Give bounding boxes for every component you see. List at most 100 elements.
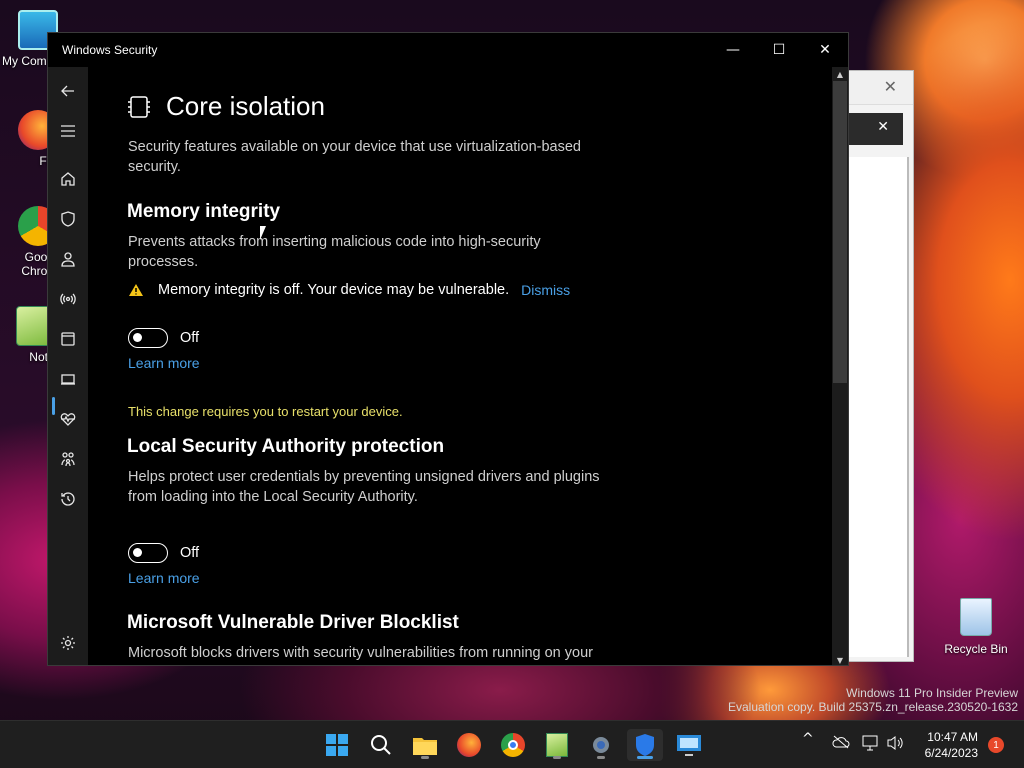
start-button[interactable]: [319, 729, 355, 761]
taskbar-remote-desktop[interactable]: [671, 729, 707, 761]
person-icon: [61, 252, 75, 267]
wireless-icon: [60, 293, 76, 305]
running-indicator: [421, 756, 429, 759]
show-hidden-icons-button[interactable]: ^: [802, 731, 814, 747]
chrome-icon: [501, 733, 525, 757]
taskbar-file-explorer[interactable]: [407, 729, 443, 761]
core-isolation-chip-icon: [128, 95, 150, 118]
running-indicator: [553, 756, 561, 759]
restart-notice: This change requires you to restart your…: [128, 404, 403, 419]
taskbar-settings[interactable]: [583, 729, 619, 761]
firefox-icon: [457, 733, 481, 757]
sidebar-item-device-performance[interactable]: [48, 403, 88, 435]
search-icon: [371, 735, 391, 755]
history-icon: [61, 492, 75, 506]
sidebar-item-protection-history[interactable]: [48, 483, 88, 515]
home-icon: [61, 172, 75, 186]
background-window[interactable]: ✕ ✕: [840, 70, 914, 662]
sidebar-item-settings[interactable]: [48, 627, 88, 659]
notepad-icon: [546, 733, 568, 757]
windows-security-icon: [636, 734, 654, 756]
lsa-toggle[interactable]: [128, 543, 168, 563]
close-button[interactable]: ✕: [802, 33, 848, 67]
recycle-bin-label: Recycle Bin: [944, 642, 1008, 656]
app-window-icon: [61, 332, 75, 346]
sidebar-item-home[interactable]: [48, 163, 88, 195]
memory-integrity-heading: Memory integrity: [127, 201, 281, 222]
gear-icon: [61, 636, 75, 650]
main-content: Core isolation Security features availab…: [88, 67, 832, 665]
page-title: Core isolation: [166, 91, 325, 121]
warning-icon: [129, 284, 143, 296]
settings-icon: [593, 737, 609, 753]
sidebar-item-virus-protection[interactable]: [48, 203, 88, 235]
memory-integrity-description: Prevents attacks from inserting maliciou…: [128, 234, 541, 270]
laptop-icon: [61, 374, 75, 385]
desktop-icon-recycle-bin[interactable]: Recycle Bin: [944, 598, 1008, 656]
search-box[interactable]: ✕: [841, 113, 903, 145]
page-description: Security features available on your devi…: [128, 139, 581, 175]
family-icon: [61, 452, 75, 467]
taskbar: ^ 10:47 AM 6/24/2023 1: [0, 720, 1024, 768]
memory-integrity-warning: Memory integrity is off. Your device may…: [128, 282, 570, 298]
sidebar-item-app-browser-control[interactable]: [48, 323, 88, 355]
lsa-description: Helps protect user credentials by preven…: [128, 469, 600, 505]
taskbar-notepad[interactable]: [539, 729, 575, 761]
title-bar[interactable]: Windows Security — ☐ ✕: [48, 33, 848, 67]
running-indicator: [637, 756, 653, 759]
toggle-state-label: Off: [180, 330, 200, 346]
dismiss-link[interactable]: Dismiss: [521, 282, 570, 298]
mouse-cursor: [260, 226, 266, 240]
network-icon[interactable]: [862, 735, 880, 755]
memory-integrity-learn-more-link[interactable]: Learn more: [128, 355, 200, 371]
clear-search-icon[interactable]: ✕: [877, 119, 889, 135]
running-indicator: [597, 756, 605, 759]
toggle-state-label: Off: [180, 545, 200, 561]
notification-badge[interactable]: 1: [988, 737, 1004, 753]
back-button[interactable]: [48, 75, 88, 107]
warning-text: Memory integrity is off. Your device may…: [158, 282, 510, 298]
remote-desktop-icon: [677, 735, 701, 756]
lsa-learn-more-link[interactable]: Learn more: [128, 570, 200, 586]
windows-security-window: Windows Security — ☐ ✕ Core isolation Se…: [47, 32, 849, 666]
sidebar-item-device-security[interactable]: [48, 363, 88, 395]
memory-integrity-toggle-row: Off: [128, 328, 199, 348]
back-arrow-icon: [61, 85, 74, 97]
sidebar-item-firewall[interactable]: [48, 283, 88, 315]
taskbar-chrome[interactable]: [495, 729, 531, 761]
scroll-up-icon[interactable]: ▲: [832, 67, 848, 81]
system-clock[interactable]: 10:47 AM 6/24/2023: [914, 729, 978, 761]
scroll-down-icon[interactable]: ▼: [832, 653, 848, 665]
taskbar-windows-security[interactable]: [627, 729, 663, 761]
lsa-heading: Local Security Authority protection: [127, 436, 445, 457]
build-watermark: Windows 11 Pro Insider Preview Evaluatio…: [728, 686, 1018, 714]
close-icon[interactable]: ✕: [884, 77, 897, 96]
volume-icon[interactable]: [886, 735, 904, 755]
menu-button[interactable]: [48, 115, 88, 147]
vertical-scrollbar[interactable]: ▲ ▼: [832, 67, 848, 665]
sidebar: [48, 67, 88, 665]
page-header: Core isolation: [128, 91, 325, 122]
window-title: Windows Security: [62, 43, 158, 57]
hamburger-menu-icon: [61, 125, 75, 137]
clock-time: 10:47 AM: [927, 730, 978, 744]
clock-date: 6/24/2023: [924, 746, 978, 760]
start-icon: [326, 734, 348, 756]
lsa-toggle-row: Off: [128, 543, 199, 563]
watermark-line-1: Windows 11 Pro Insider Preview: [846, 686, 1018, 700]
shield-icon: [61, 211, 75, 227]
minimize-button[interactable]: —: [710, 33, 756, 67]
file-explorer-icon: [413, 738, 437, 755]
sidebar-item-family-options[interactable]: [48, 443, 88, 475]
blocklist-description: Microsoft blocks drivers with security v…: [128, 645, 593, 661]
scrollbar-thumb[interactable]: [833, 81, 847, 383]
tray-cloud-icon[interactable]: [832, 735, 850, 753]
sidebar-item-account-protection[interactable]: [48, 243, 88, 275]
taskbar-search-button[interactable]: [363, 729, 399, 761]
memory-integrity-toggle[interactable]: [128, 328, 168, 348]
taskbar-firefox[interactable]: [451, 729, 487, 761]
heart-pulse-icon: [60, 413, 76, 426]
maximize-button[interactable]: ☐: [756, 33, 802, 67]
recycle-bin-icon: [960, 598, 992, 636]
blocklist-heading: Microsoft Vulnerable Driver Blocklist: [127, 612, 459, 633]
